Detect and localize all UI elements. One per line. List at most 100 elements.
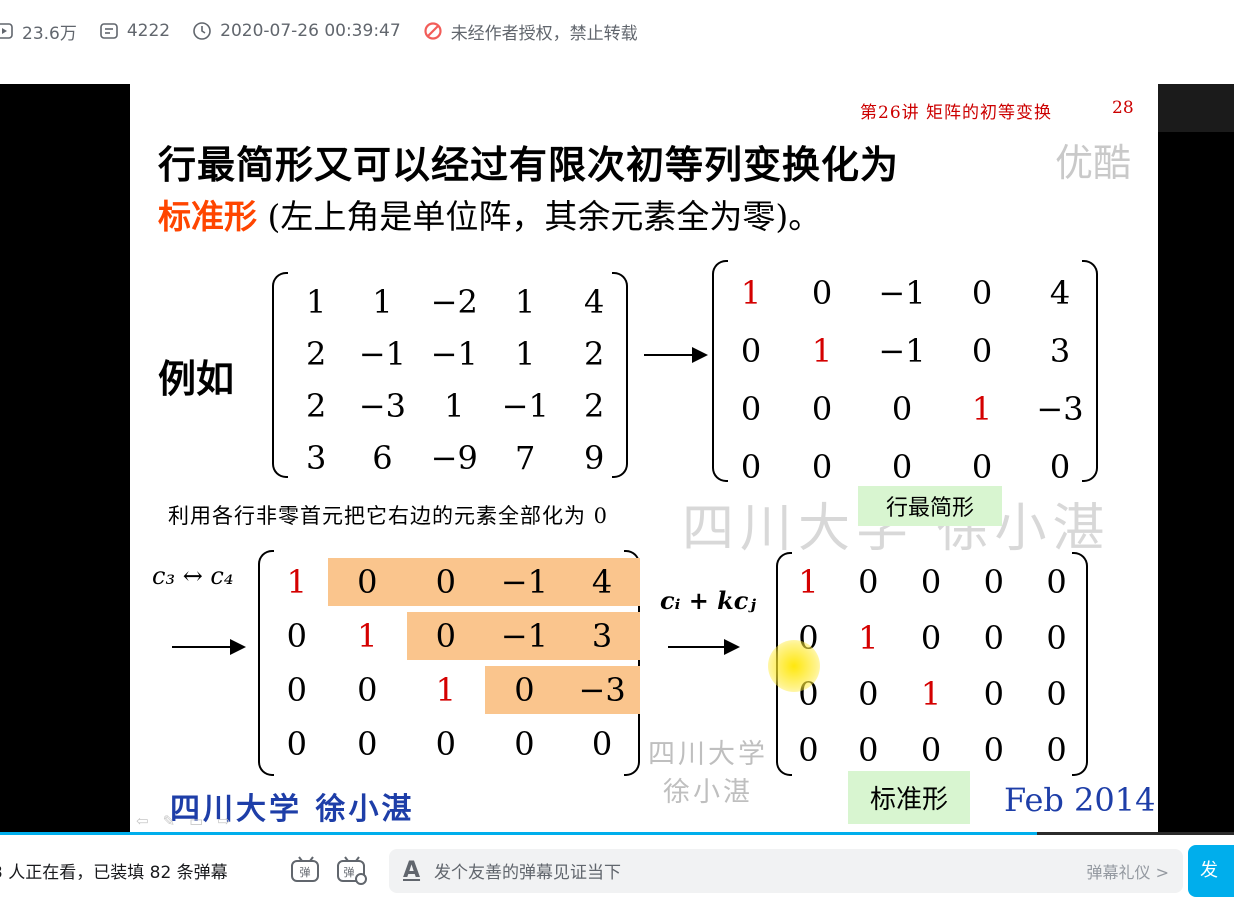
matrix-cell: 1: [858, 619, 879, 657]
danmaku-etiquette-link[interactable]: 弹幕礼仪 >: [1087, 859, 1170, 883]
danmaku-placeholder: 发个友善的弹幕见证当下: [434, 863, 622, 883]
matrix-cell: −1: [878, 332, 926, 370]
matrix-cell: −1: [484, 558, 565, 606]
danmaku-count: 4222: [126, 21, 171, 41]
video-meta-bar: 23.6万 4222 2020-07-26 00:39:47 未经作者授权，禁止…: [0, 0, 1234, 62]
danmaku-input[interactable]: A 发个友善的弹幕见证当下 弹幕礼仪 >: [389, 848, 1183, 893]
matrix-cell: 0: [858, 731, 879, 769]
matrix-standard-form: 10000 01000 00100 00000: [776, 552, 1088, 776]
standard-form-tag: 标准形: [848, 771, 971, 824]
publish-time: 2020-07-26 00:39:47: [192, 21, 401, 41]
slide-menu-icon[interactable]: ▭: [189, 812, 203, 830]
matrix-cell: 4: [1049, 274, 1071, 312]
matrix-cell: 0: [484, 666, 565, 714]
matrix-cell: 0: [858, 675, 879, 713]
matrix-cell: 0: [514, 725, 535, 763]
matrix-table: 10000 01000 00100 00000: [780, 554, 1088, 778]
matrix-cell: 0: [858, 563, 879, 601]
matrix-cell: 3: [564, 612, 640, 660]
video-player[interactable]: 第26讲 矩阵的初等变换 28 优酷 行最简形又可以经过有限次初等列变换化为 标…: [0, 84, 1234, 834]
author-watermark-lower: 四川大学 徐小湛: [648, 736, 768, 812]
matrix-cell: −2: [430, 283, 478, 321]
matrix-cell: −3: [564, 666, 640, 714]
svg-text:弹: 弹: [344, 865, 355, 879]
matrix-row-echelon: 1 0 −1 0 4 0 1 −1 0 3 0 0 0 1 −3 00000: [712, 260, 1098, 486]
matrix-cell: 6: [372, 439, 393, 477]
matrix-table: 1 1 −2 1 4 2 −1 −1 1 2 2 −3 1 −1 2 3 6 −9 7 9: [286, 276, 628, 484]
slide-page-number: 28: [1112, 98, 1134, 118]
matrix-cell: −1: [430, 335, 478, 373]
matrix-cell: −1: [878, 274, 926, 312]
matrix-cell: 0: [286, 617, 307, 655]
highlight-term: 标准形: [158, 197, 257, 236]
matrix-cell: 1: [357, 617, 378, 655]
matrix-cell: 0: [1046, 563, 1067, 601]
column-swap-op: c₃ ↔ c₄: [152, 562, 234, 590]
next-arrow-icon[interactable]: ⇨: [217, 812, 230, 830]
slide-date: Feb 2014: [1004, 781, 1156, 819]
matrix-cell: 2: [306, 335, 327, 373]
matrix-cell: 3: [1049, 332, 1071, 370]
matrix-cell: 1: [306, 283, 327, 321]
matrix-cell: 0: [286, 671, 307, 709]
matrix-cell: 0: [407, 558, 485, 606]
copyright-notice: 未经作者授权，禁止转载: [423, 19, 638, 44]
matrix-cell: 1: [444, 387, 465, 425]
pen-icon[interactable]: ✎: [163, 812, 176, 830]
matrix-cell: 0: [920, 731, 942, 769]
clock-icon: [193, 22, 211, 40]
matrix-cell: −3: [1036, 390, 1084, 428]
matrix-cell: 3: [306, 439, 327, 477]
matrix-cell: 1: [811, 332, 833, 370]
lecture-title: 第26讲 矩阵的初等变换: [860, 103, 1053, 123]
copyright-text: 未经作者授权，禁止转载: [450, 23, 638, 44]
slide-pen-tools: ⇦ ✎ ▭ ⇨: [136, 812, 230, 830]
text-style-icon[interactable]: A: [403, 858, 420, 883]
svg-text:弹: 弹: [300, 865, 311, 879]
matrix-cell: −1: [358, 335, 406, 373]
danmaku-settings-icon[interactable]: 弹: [335, 854, 369, 888]
matrix-cell: 0: [891, 390, 913, 428]
matrix-cell: 1: [286, 563, 307, 601]
matrix-cell: 0: [971, 274, 993, 312]
matrix-cell: 1: [515, 335, 536, 373]
matrix-cell: 0: [1046, 731, 1067, 769]
matrix-cell: 0: [1046, 619, 1067, 657]
player-side-panel: [1158, 84, 1234, 834]
matrix-swapped: 1 0 0 −1 4 0 1 0 −1 3 0 0 1 0 −3 00000: [258, 550, 640, 776]
matrix-cell: 7: [515, 439, 536, 477]
matrix-cell: 1: [740, 274, 762, 312]
send-danmaku-button[interactable]: 发: [1188, 845, 1234, 897]
side-panel-top: [1158, 84, 1234, 132]
transform-arrow: [644, 347, 708, 363]
viewer-status: 3 人正在看，已装填 82 条弹幕: [0, 863, 228, 883]
matrix-cell: 0: [327, 558, 408, 606]
play-count-icon: [0, 23, 13, 39]
matrix-cell: 9: [583, 439, 605, 477]
publish-datetime: 2020-07-26 00:39:47: [220, 21, 401, 41]
watermark-university: 四川大学: [648, 739, 768, 770]
row-echelon-tag: 行最简形: [858, 486, 1003, 526]
slide-heading-line2: 标准形 (左上角是单位阵，其余元素全为零)。: [158, 190, 821, 238]
matrix-cell: 4: [583, 283, 605, 321]
elimination-note: 利用各行非零首元把它右边的元素全部化为 0: [168, 504, 609, 528]
elimination-arrow: [668, 639, 740, 655]
matrix-cell: 1: [798, 563, 819, 601]
danmaku-stat: 4222: [99, 21, 170, 41]
matrix-cell: 0: [357, 671, 378, 709]
brand-watermark: 优酷: [1055, 141, 1132, 185]
prev-arrow-icon[interactable]: ⇦: [136, 812, 149, 830]
matrix-cell: 2: [306, 387, 327, 425]
matrix-cell: −1: [484, 612, 565, 660]
example-label: 例如: [158, 356, 235, 401]
matrix-cell: 0: [286, 725, 307, 763]
matrix-cell: 1: [920, 675, 942, 713]
matrix-cell: 0: [798, 731, 819, 769]
swap-arrow: [172, 639, 246, 655]
matrix-cell: 2: [583, 387, 605, 425]
column-elimination-op: cᵢ + kcⱼ: [660, 586, 756, 615]
matrix-cell: 0: [811, 390, 833, 428]
danmaku-toggle-icon[interactable]: 弹: [289, 854, 323, 888]
danmaku-bar: 3 人正在看，已装填 82 条弹幕 弹 弹 A 发个友善的弹幕见证当下 弹幕礼仪…: [0, 835, 1234, 906]
matrix-original: 1 1 −2 1 4 2 −1 −1 1 2 2 −3 1 −1 2 3 6 −9 7 9: [272, 272, 628, 478]
